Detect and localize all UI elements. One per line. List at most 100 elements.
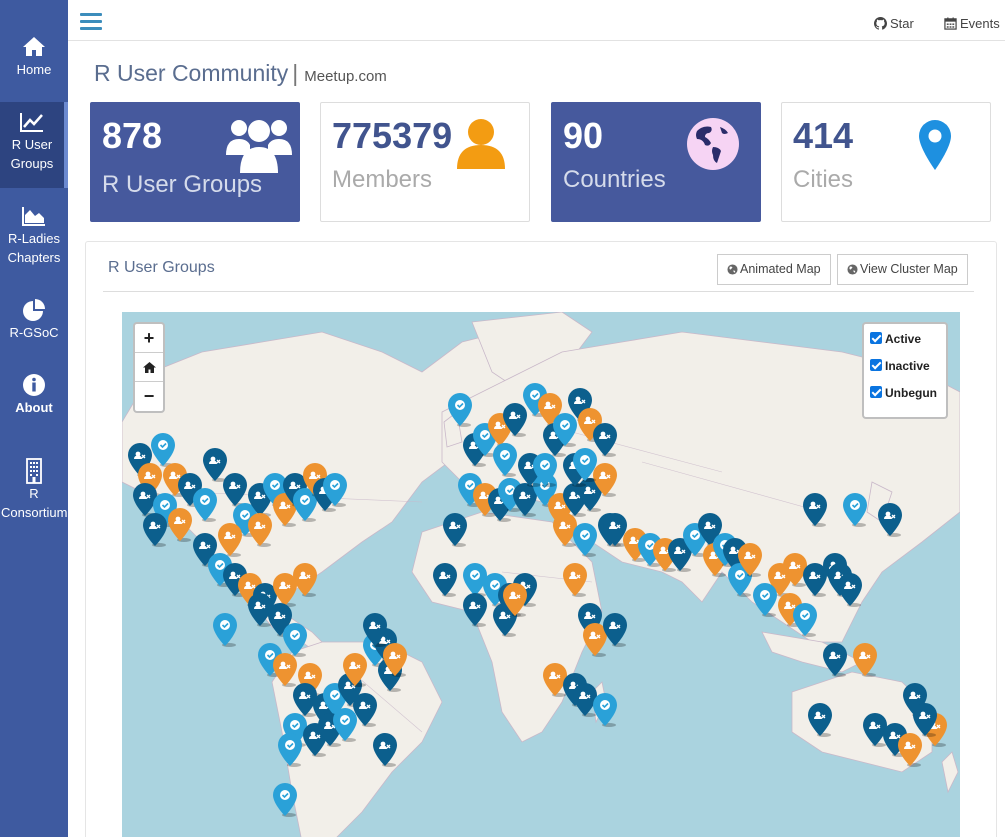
checkbox-checked-icon[interactable]: [870, 386, 882, 398]
zoom-control: + −: [133, 322, 165, 413]
stat-value: 90: [563, 115, 604, 156]
map-marker-inactive[interactable]: [362, 612, 388, 648]
map-marker-inactive[interactable]: [432, 562, 458, 598]
checkbox-checked-icon[interactable]: [870, 332, 882, 344]
map-marker-inactive[interactable]: [462, 592, 488, 628]
checkbox-checked-icon[interactable]: [870, 359, 882, 371]
map-marker-active[interactable]: [212, 612, 238, 648]
map-marker-active[interactable]: [532, 452, 558, 488]
sidebar-item-label: R-Ladies Chapters: [7, 231, 61, 265]
marker-pin-icon: [853, 643, 877, 677]
marker-pin-icon: [503, 583, 527, 617]
map-marker-inactive[interactable]: [372, 732, 398, 768]
sidebar-item-about[interactable]: About: [0, 372, 68, 417]
user-icon: [457, 119, 505, 169]
events-link[interactable]: Events: [944, 16, 1000, 31]
cluster-map-button[interactable]: View Cluster Map: [837, 254, 968, 285]
map-marker-unbegun[interactable]: [292, 562, 318, 598]
map-marker-unbegun[interactable]: [502, 582, 528, 618]
marker-pin-icon: [373, 733, 397, 767]
marker-pin-icon: [843, 493, 867, 527]
marker-pin-icon: [593, 693, 617, 727]
marker-pin-icon: [563, 563, 587, 597]
map-marker-unbegun[interactable]: [852, 642, 878, 678]
zoom-out-button[interactable]: −: [135, 382, 163, 411]
calendar-icon: [944, 17, 957, 30]
map-marker-active[interactable]: [332, 707, 358, 743]
map-marker-inactive[interactable]: [877, 502, 903, 538]
top-bar: Star Events: [68, 0, 1005, 41]
map-marker-active[interactable]: [842, 492, 868, 528]
marker-pin-icon: [193, 488, 217, 522]
sidebar-item-label: R Consortium: [1, 486, 68, 520]
marker-pin-icon: [143, 513, 167, 547]
hamburger-menu-icon[interactable]: [80, 13, 102, 31]
animated-map-button[interactable]: Animated Map: [717, 254, 831, 285]
marker-pin-icon: [838, 573, 862, 607]
marker-pin-icon: [213, 613, 237, 647]
map-marker-active[interactable]: [492, 442, 518, 478]
map-marker-active[interactable]: [752, 582, 778, 618]
map-marker-active[interactable]: [792, 602, 818, 638]
map-marker-unbegun[interactable]: [247, 512, 273, 548]
map-marker-inactive[interactable]: [802, 492, 828, 528]
map-marker-inactive[interactable]: [807, 702, 833, 738]
map-marker-unbegun[interactable]: [167, 507, 193, 543]
marker-pin-icon: [603, 613, 627, 647]
map-marker-unbegun[interactable]: [737, 542, 763, 578]
github-star-link[interactable]: Star: [874, 16, 914, 31]
sidebar-item-r-user-groups[interactable]: R User Groups: [0, 102, 68, 188]
page-title: R User Community | Meetup.com: [94, 60, 387, 87]
legend-unbegun-toggle[interactable]: Unbegun: [870, 386, 940, 413]
divider: [103, 291, 974, 292]
map-panel-title: R User Groups: [108, 259, 215, 276]
marker-pin-icon: [293, 563, 317, 597]
marker-pin-icon: [278, 733, 302, 767]
home-zoom-button[interactable]: [135, 353, 163, 382]
sidebar-item-r-consortium[interactable]: R Consortium: [0, 458, 68, 522]
sidebar-item-r-ladies[interactable]: R-Ladies Chapters: [0, 203, 68, 267]
sidebar: Home R User Groups R-Ladies Chapters R-G…: [0, 0, 68, 837]
map-marker-inactive[interactable]: [837, 572, 863, 608]
sidebar-item-home[interactable]: Home: [0, 34, 68, 79]
stat-label: Cities: [793, 166, 854, 193]
marker-pin-icon: [463, 593, 487, 627]
map-marker-active[interactable]: [277, 732, 303, 768]
legend-inactive-toggle[interactable]: Inactive: [870, 359, 940, 386]
sidebar-item-label: About: [15, 400, 53, 415]
sidebar-item-label: R-GSoC: [9, 325, 59, 340]
title-separator: |: [292, 60, 299, 86]
map-marker-active[interactable]: [322, 472, 348, 508]
cluster-map-label: View Cluster Map: [860, 262, 958, 276]
map-marker-active[interactable]: [447, 392, 473, 428]
map-marker-active[interactable]: [592, 692, 618, 728]
marker-pin-icon: [808, 703, 832, 737]
map-marker-inactive[interactable]: [822, 642, 848, 678]
legend-active-toggle[interactable]: Active: [870, 332, 940, 359]
map-marker-active[interactable]: [572, 447, 598, 483]
stat-card-members: 775379 Members: [320, 102, 530, 222]
events-label: Events: [960, 16, 1000, 31]
map-marker-active[interactable]: [192, 487, 218, 523]
map-marker-active[interactable]: [272, 782, 298, 818]
pie-chart-icon: [23, 299, 45, 321]
sidebar-item-r-gsoc[interactable]: R-GSoC: [0, 297, 68, 342]
stat-value: 878: [102, 115, 163, 156]
page-subtitle: Meetup.com: [304, 68, 387, 85]
map-marker-unbegun[interactable]: [562, 562, 588, 598]
map-marker-inactive[interactable]: [442, 512, 468, 548]
sidebar-item-label: Home: [16, 62, 52, 77]
map-marker-inactive[interactable]: [142, 512, 168, 548]
animated-map-label: Animated Map: [740, 262, 821, 276]
zoom-in-button[interactable]: +: [135, 324, 163, 353]
map-marker-active[interactable]: [572, 522, 598, 558]
star-label: Star: [890, 16, 914, 31]
map-marker-inactive[interactable]: [912, 702, 938, 738]
marker-pin-icon: [913, 703, 937, 737]
marker-pin-icon: [573, 523, 597, 557]
map-marker-inactive[interactable]: [602, 612, 628, 648]
marker-pin-icon: [753, 583, 777, 617]
stat-label: Countries: [563, 166, 666, 193]
world-map[interactable]: + − Active Inactive Unbegun: [122, 312, 960, 837]
home-icon: [23, 37, 45, 56]
